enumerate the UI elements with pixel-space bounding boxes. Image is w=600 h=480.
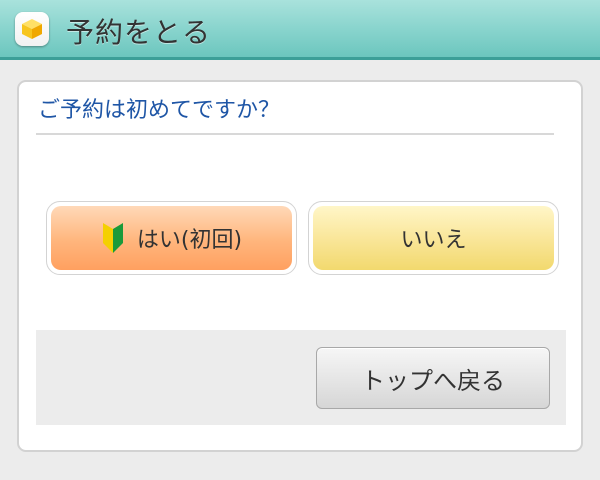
beginner-mark-icon [101,223,125,253]
back-button-label: トップへ戻る [361,366,505,395]
header-bar: 予約をとる [0,0,600,60]
question-text: ご予約は初めてですか？ [38,98,281,123]
yes-first-time-button[interactable]: はい(初回) [51,206,292,270]
page-title: 予約をとる [66,16,212,49]
no-button[interactable]: いいえ [313,206,554,270]
yes-button-label: はい(初回) [136,228,243,253]
no-button-label: いいえ [400,228,467,253]
divider [36,133,554,135]
yes-button-frame: はい(初回) [46,201,297,275]
question-panel: ご予約は初めてですか？ はい(初回) いいえ トップへ戻る [17,80,583,452]
back-to-top-button[interactable]: トップへ戻る [316,347,550,409]
footer-bar: トップへ戻る [36,330,566,425]
no-button-frame: いいえ [308,201,559,275]
yellow-cube-icon [15,12,49,46]
